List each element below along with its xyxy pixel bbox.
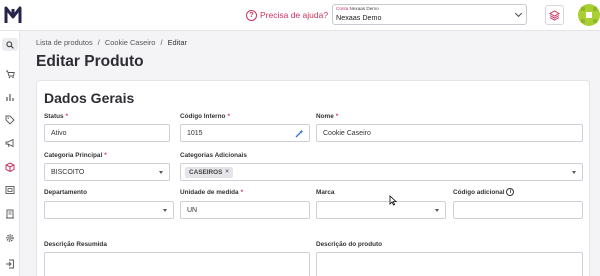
magic-wand-icon[interactable]	[295, 129, 304, 138]
sidebar	[0, 31, 20, 276]
internal-code-value: 1015	[187, 129, 203, 137]
remove-tag-icon[interactable]: ×	[225, 169, 229, 175]
additional-categories-label: Categorias Adicionais	[180, 152, 247, 159]
question-circle-icon: ?	[246, 9, 257, 21]
short-description-label: Descrição Resumida	[44, 241, 107, 248]
sidebar-item-cart[interactable]	[5, 69, 15, 79]
sidebar-item-settings[interactable]	[5, 233, 15, 243]
account-select-value: Nexaas Demo	[336, 13, 382, 22]
main-category-label: Categoria Principal *	[44, 152, 107, 159]
logout-icon	[6, 259, 14, 269]
info-icon[interactable]: i	[506, 188, 515, 196]
sidebar-item-products[interactable]	[5, 162, 15, 172]
main-category-value: BISCOITO	[51, 168, 85, 176]
sidebar-search-button[interactable]	[2, 38, 18, 51]
sidebar-item-reports[interactable]	[5, 92, 15, 102]
breadcrumb-separator: /	[97, 38, 100, 47]
additional-code-label: Código adicional i	[453, 188, 515, 196]
chevron-down-icon	[514, 9, 523, 18]
nexaas-logo[interactable]	[4, 5, 22, 25]
sidebar-item-company[interactable]	[5, 209, 15, 219]
internal-code-label: Código Interno *	[180, 113, 230, 120]
breadcrumb-product-list[interactable]: Lista de produtos	[36, 38, 93, 47]
page-title: Editar Produto	[36, 53, 144, 70]
sidebar-item-prices[interactable]	[5, 115, 15, 125]
sidebar-item-marketing[interactable]	[5, 138, 15, 148]
sidebar-item-logout[interactable]	[5, 259, 15, 269]
breadcrumb: Lista de produtos / Cookie Caseiro / Edi…	[36, 38, 190, 47]
department-select[interactable]	[44, 201, 174, 219]
unit-field[interactable]: UN	[180, 201, 310, 219]
dropdown-arrow-icon	[159, 171, 163, 174]
bar-chart-icon	[6, 94, 14, 101]
department-label: Departamento	[44, 189, 87, 196]
additional-code-field[interactable]	[453, 201, 583, 219]
name-field[interactable]: Cookie Caseiro	[316, 124, 583, 142]
help-label: Precisa de ajuda?	[260, 10, 329, 20]
cart-icon	[6, 70, 15, 79]
general-data-card: Dados Gerais Status * Ativo Código Intern…	[36, 80, 590, 276]
additional-categories-select[interactable]: CASEIROS ×	[180, 163, 583, 181]
image-icon	[5, 186, 15, 194]
breadcrumb-separator: /	[160, 38, 163, 47]
help-link[interactable]: ? Precisa de ajuda?	[246, 8, 328, 22]
gear-icon	[6, 234, 14, 242]
top-bar: ? Precisa de ajuda? Conta Nexaas Demo Ne…	[0, 0, 600, 31]
name-label: Nome *	[316, 113, 339, 120]
section-title: Dados Gerais	[44, 90, 135, 106]
dropdown-arrow-icon	[572, 171, 576, 174]
status-label: Status *	[44, 113, 69, 120]
breadcrumb-product[interactable]: Cookie Caseiro	[105, 38, 156, 47]
main-category-select[interactable]: BISCOITO	[44, 163, 170, 181]
account-select-label: Conta Nexaas Demo	[336, 6, 379, 11]
dropdown-arrow-icon	[435, 209, 439, 212]
breadcrumb-current: Editar	[167, 38, 187, 47]
brand-select[interactable]	[316, 201, 446, 219]
dropdown-arrow-icon	[163, 209, 167, 212]
product-description-field[interactable]	[316, 252, 583, 276]
building-icon	[6, 209, 14, 219]
unit-label: Unidade de medida *	[180, 189, 244, 196]
category-tag-label: CASEIROS	[189, 168, 223, 176]
account-select[interactable]: Conta Nexaas Demo Nexaas Demo	[332, 4, 527, 25]
megaphone-icon	[5, 138, 14, 148]
status-field[interactable]: Ativo	[44, 124, 170, 142]
brand-label: Marca	[316, 189, 335, 196]
avatar-pattern	[581, 7, 597, 23]
tag-icon	[5, 115, 15, 125]
short-description-field[interactable]	[44, 252, 310, 276]
box-icon	[5, 162, 15, 172]
layers-icon	[549, 9, 560, 21]
layers-button[interactable]	[545, 5, 564, 25]
internal-code-field[interactable]: 1015	[180, 124, 310, 142]
sidebar-item-media[interactable]	[5, 185, 15, 195]
mouse-cursor-icon	[389, 195, 397, 206]
category-tag: CASEIROS ×	[185, 166, 233, 178]
avatar[interactable]	[578, 4, 600, 26]
search-icon	[6, 40, 14, 49]
product-description-label: Descrição do produto	[316, 241, 383, 248]
